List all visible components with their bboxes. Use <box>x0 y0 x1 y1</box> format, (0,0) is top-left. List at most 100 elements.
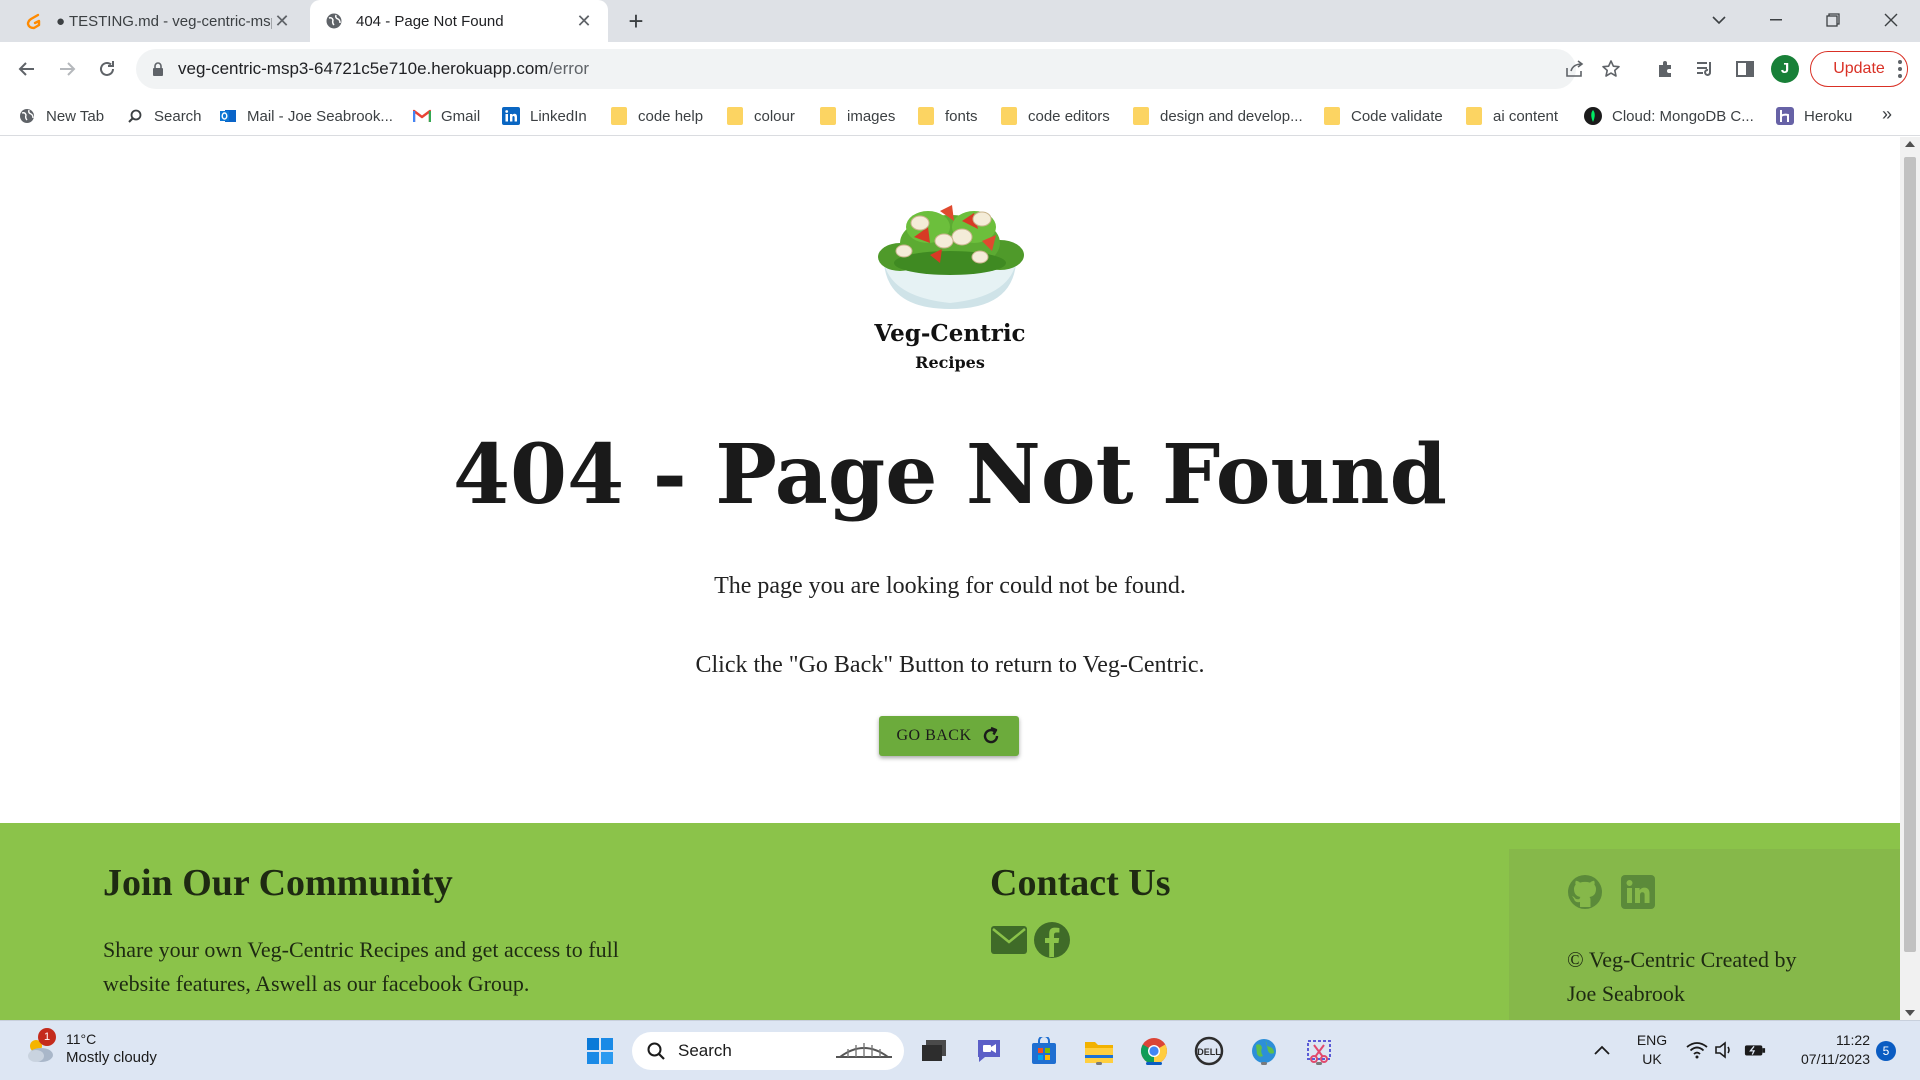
rotate-icon <box>980 725 1002 747</box>
weather-alert-badge: 1 <box>38 1027 56 1046</box>
temperature: 11°C <box>66 1031 97 1047</box>
search-icon <box>646 1041 666 1061</box>
logo-title: Veg-Centric <box>874 320 1026 347</box>
battery-icon[interactable] <box>1744 1039 1766 1061</box>
bookmark-folder-design[interactable]: design and develop... <box>1132 104 1303 128</box>
gitpod-icon <box>24 11 44 31</box>
dell-icon[interactable]: DELL <box>1192 1034 1226 1068</box>
bookmark-gmail[interactable]: Gmail <box>413 104 480 128</box>
close-icon[interactable]: ✕ <box>272 11 292 31</box>
minimize-icon[interactable] <box>1760 6 1792 34</box>
taskbar: 1 11°C Mostly cloudy Search DELL ENG UK … <box>0 1020 1920 1080</box>
bookmark-heroku[interactable]: Heroku <box>1776 104 1852 128</box>
bookmark-linkedin[interactable]: LinkedIn <box>502 104 587 128</box>
linkedin-icon[interactable] <box>1620 874 1656 910</box>
teams-chat-icon[interactable] <box>972 1034 1006 1068</box>
tab-title: ● TESTING.md - veg-centric-msp3 <box>56 12 272 30</box>
bookmark-folder-code-editors[interactable]: code editors <box>1000 104 1110 128</box>
tab-404[interactable]: 404 - Page Not Found ✕ <box>310 0 608 42</box>
close-window-icon[interactable] <box>1875 6 1907 34</box>
bookmark-folder-code-help[interactable]: code help <box>610 104 703 128</box>
close-icon[interactable]: ✕ <box>574 11 594 31</box>
reload-icon[interactable] <box>92 54 122 84</box>
bookmark-folder-ai-content[interactable]: ai content <box>1465 104 1558 128</box>
share-icon[interactable] <box>1563 57 1587 81</box>
outlook-icon <box>219 107 237 125</box>
reading-list-icon[interactable] <box>1690 54 1720 84</box>
more-bookmarks-icon[interactable]: » <box>1882 104 1892 125</box>
bookmark-label: New Tab <box>46 107 105 125</box>
star-icon[interactable] <box>1599 57 1623 81</box>
task-view-icon[interactable] <box>917 1034 951 1068</box>
taskbar-search[interactable]: Search <box>632 1032 904 1070</box>
community-heading: Join Our Community <box>103 862 453 904</box>
restore-icon[interactable] <box>1817 6 1849 34</box>
bookmark-folder-code-validate[interactable]: Code validate <box>1323 104 1443 128</box>
tab-title: 404 - Page Not Found <box>356 12 504 30</box>
url-path: /error <box>548 59 590 78</box>
chevron-up-icon[interactable] <box>1591 1039 1613 1061</box>
globe-icon <box>18 107 36 125</box>
bookmark-folder-fonts[interactable]: fonts <box>917 104 978 128</box>
file-explorer-icon[interactable] <box>1082 1034 1116 1068</box>
folder-icon <box>1000 107 1018 125</box>
profile-avatar[interactable]: J <box>1771 55 1799 83</box>
bookmark-folder-colour[interactable]: colour <box>726 104 795 128</box>
menu-dots-icon[interactable] <box>1890 54 1910 84</box>
bookmark-mail[interactable]: Mail - Joe Seabrook... <box>219 104 393 128</box>
weather-widget[interactable]: 1 11°C Mostly cloudy <box>22 1027 157 1066</box>
new-tab-button[interactable]: + <box>622 8 650 36</box>
url-text: veg-centric-msp3-64721c5e710e.herokuapp.… <box>178 59 589 79</box>
clock-time: 11:22 <box>1836 1032 1870 1048</box>
wifi-icon[interactable] <box>1686 1039 1708 1061</box>
gmail-icon <box>413 107 431 125</box>
bookmark-label: Heroku <box>1804 107 1853 125</box>
bookmark-label: ai content <box>1493 107 1559 125</box>
site-logo[interactable]: Veg-Centric Recipes <box>0 197 1900 372</box>
clock[interactable]: 11:22 07/11/2023 <box>1780 1031 1870 1069</box>
notification-badge[interactable]: 5 <box>1876 1041 1896 1061</box>
bookmark-new-tab[interactable]: New Tab <box>18 104 104 128</box>
linkedin-icon <box>502 107 520 125</box>
facebook-icon[interactable] <box>1033 921 1071 959</box>
back-arrow-icon[interactable] <box>12 54 42 84</box>
snipping-tool-icon[interactable] <box>1302 1034 1336 1068</box>
browser-toolbar: veg-centric-msp3-64721c5e710e.herokuapp.… <box>0 42 1920 96</box>
side-panel-icon[interactable] <box>1730 54 1760 84</box>
site-footer: Join Our Community Share your own Veg-Ce… <box>0 823 1900 1020</box>
logo-subtitle: Recipes <box>915 353 985 372</box>
bookmark-label: Search <box>154 107 202 125</box>
page-viewport: Veg-Centric Recipes 404 - Page Not Found… <box>0 137 1900 1020</box>
taskbar-search-label: Search <box>678 1041 732 1060</box>
scroll-down-icon[interactable] <box>1905 1010 1915 1016</box>
microsoft-store-icon[interactable] <box>1027 1034 1061 1068</box>
forward-arrow-icon[interactable] <box>52 54 82 84</box>
address-bar[interactable]: veg-centric-msp3-64721c5e710e.herokuapp.… <box>136 49 1620 89</box>
bookmark-label: Mail - Joe Seabrook... <box>247 107 393 125</box>
windows-start-icon[interactable] <box>583 1034 617 1068</box>
envelope-icon[interactable] <box>990 921 1028 959</box>
scrollbar-thumb[interactable] <box>1904 157 1916 952</box>
clock-date: 07/11/2023 <box>1800 1051 1870 1067</box>
bookmark-search[interactable]: Search <box>126 104 202 128</box>
page-scrollbar[interactable] <box>1900 137 1920 1020</box>
tab-testing-md[interactable]: ● TESTING.md - veg-centric-msp3 ✕ <box>10 0 306 42</box>
bookmark-label: Gmail <box>441 107 481 125</box>
globe-app-icon[interactable] <box>1247 1034 1281 1068</box>
volume-icon[interactable] <box>1714 1039 1736 1061</box>
bookmark-folder-images[interactable]: images <box>819 104 895 128</box>
search-icon <box>126 107 144 125</box>
mongodb-icon <box>1584 107 1602 125</box>
extensions-icon[interactable] <box>1650 54 1680 84</box>
go-back-button[interactable]: GO BACK <box>879 716 1019 756</box>
scroll-up-icon[interactable] <box>1905 141 1915 147</box>
github-icon[interactable] <box>1567 874 1603 910</box>
bookmark-mongodb[interactable]: Cloud: MongoDB C... <box>1584 104 1754 128</box>
folder-icon <box>1132 107 1150 125</box>
language-indicator[interactable]: ENG UK <box>1632 1031 1672 1069</box>
bridge-highlight-icon <box>834 1039 894 1063</box>
tab-search-icon[interactable] <box>1703 6 1735 34</box>
lock-icon[interactable] <box>150 61 166 77</box>
heroku-icon <box>1776 107 1794 125</box>
chrome-icon[interactable] <box>1137 1034 1171 1068</box>
